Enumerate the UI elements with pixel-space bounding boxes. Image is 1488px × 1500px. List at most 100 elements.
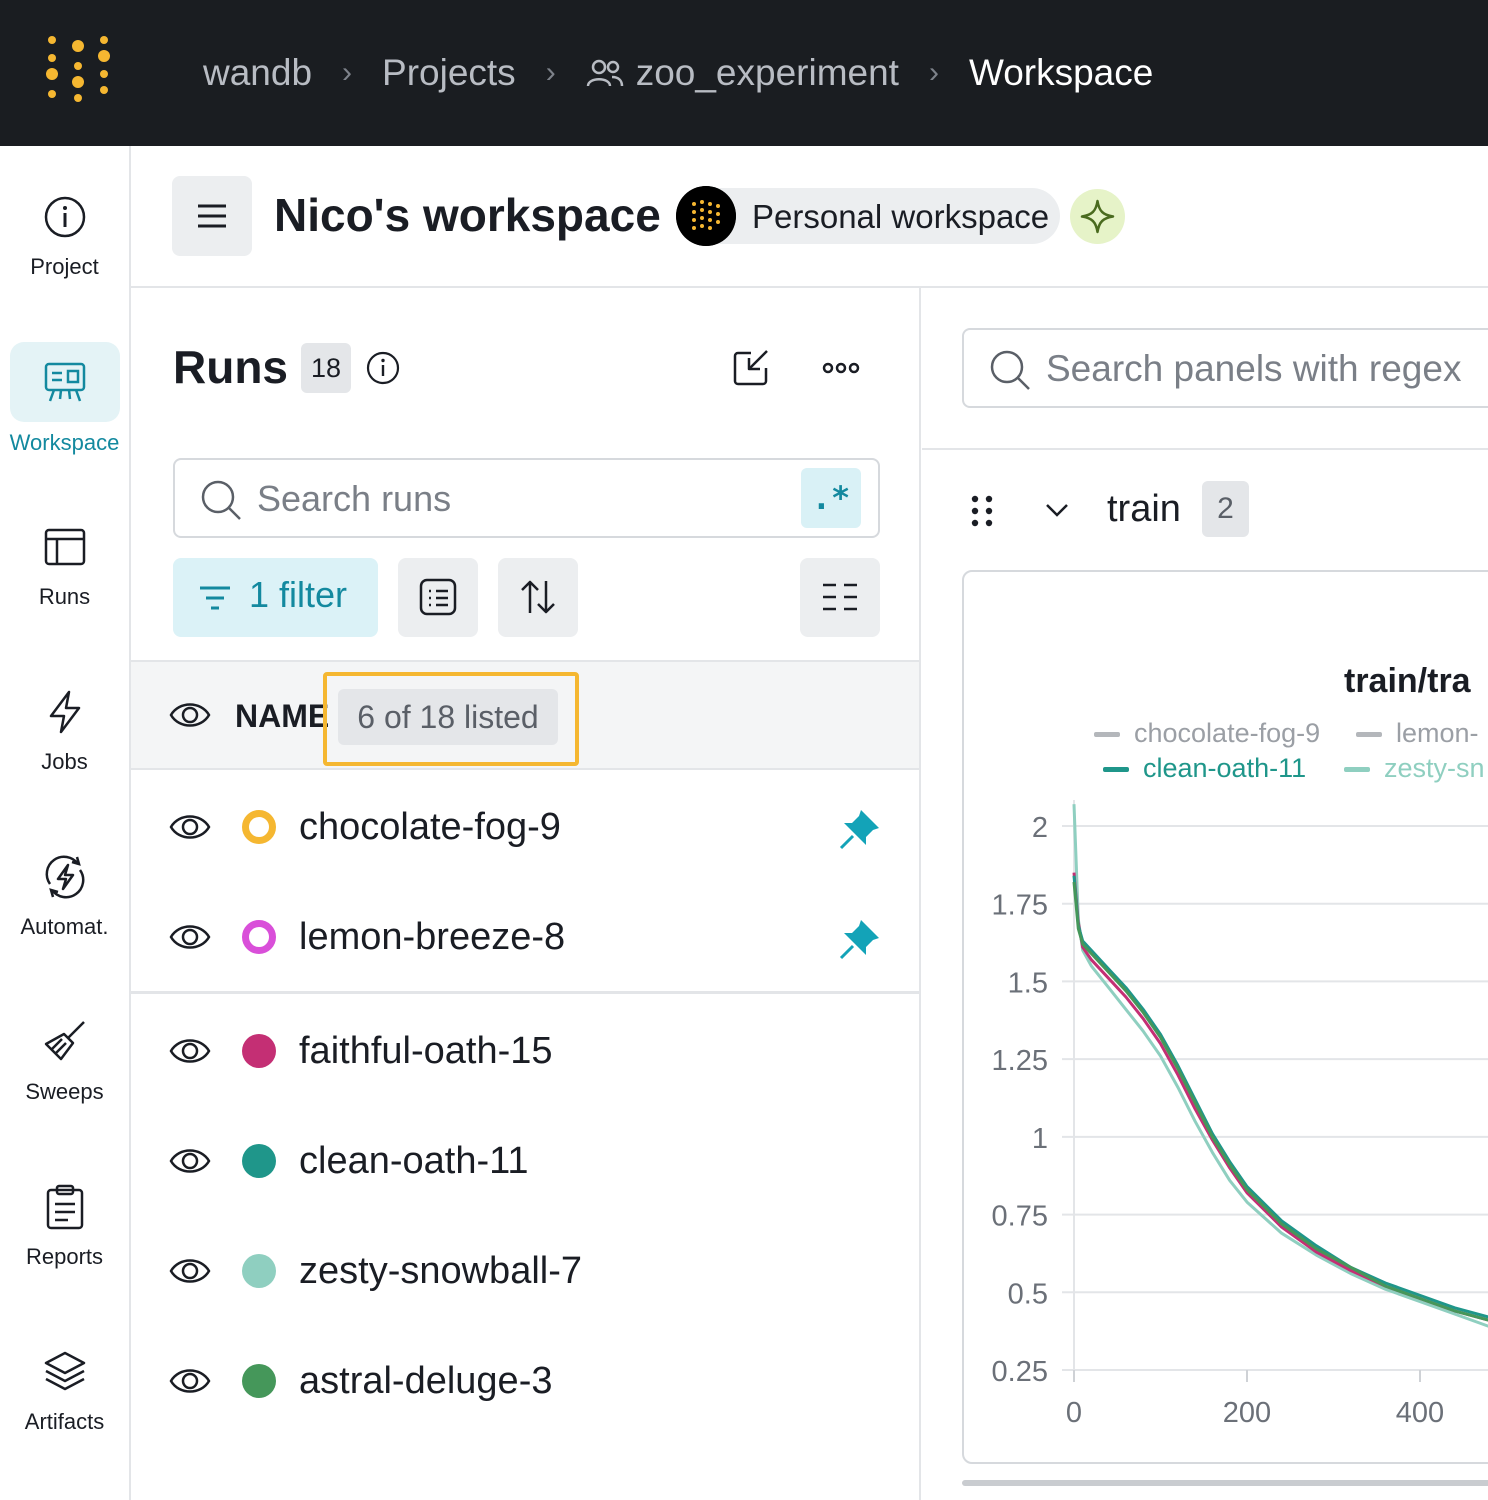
eye-icon[interactable] xyxy=(169,810,211,844)
eye-icon[interactable] xyxy=(169,920,211,954)
pin-icon[interactable] xyxy=(837,916,883,962)
runs-title: Runs xyxy=(173,341,288,393)
y-tick-label: 0.25 xyxy=(992,1356,1048,1388)
regex-toggle-button[interactable]: .* xyxy=(801,468,861,528)
nav-workspace[interactable]: Workspace xyxy=(0,342,129,456)
x-tick-label: 0 xyxy=(1066,1397,1082,1429)
hamburger-menu-button[interactable] xyxy=(172,176,252,256)
line-chart-panel[interactable]: train/tra chocolate-fog-9 lemon- clean-o… xyxy=(962,570,1488,1464)
info-circle-icon xyxy=(44,196,85,238)
users-icon xyxy=(586,59,623,87)
nav-sweeps[interactable]: Sweeps xyxy=(0,1019,129,1105)
y-tick-label: 0.75 xyxy=(992,1201,1048,1233)
filter-label: 1 filter xyxy=(249,574,348,615)
nav-label: Runs xyxy=(38,584,91,609)
table-icon xyxy=(44,528,85,566)
nav-label: Sweeps xyxy=(25,1079,104,1104)
columns-button[interactable] xyxy=(800,558,880,637)
series-line[interactable] xyxy=(1072,872,1488,1322)
search-runs-placeholder: Search runs xyxy=(257,478,452,519)
clipboard-icon xyxy=(46,1184,83,1230)
eye-icon[interactable] xyxy=(169,1364,211,1398)
wandb-logo[interactable] xyxy=(40,34,116,104)
section-count-badge: 2 xyxy=(1202,481,1249,537)
eye-icon[interactable] xyxy=(169,1034,211,1068)
left-nav: Project Workspace Runs Jobs Automat. Swe… xyxy=(0,146,131,1500)
more-options-icon[interactable] xyxy=(821,358,861,378)
breadcrumb-projects[interactable]: Projects xyxy=(382,52,516,94)
x-tick-label: 200 xyxy=(1223,1397,1271,1429)
workspace-type-pill[interactable]: Personal workspace xyxy=(676,186,1060,246)
run-color-dot[interactable] xyxy=(242,810,276,844)
runs-table-header: NAME 6 of 18 listed xyxy=(131,660,919,770)
hamburger-icon xyxy=(198,204,226,228)
run-color-dot[interactable] xyxy=(242,920,276,954)
y-tick-label: 1.5 xyxy=(1008,967,1048,999)
run-row[interactable]: faithful-oath-15 xyxy=(131,996,919,1106)
chevron-down-icon[interactable] xyxy=(1044,500,1070,520)
search-icon xyxy=(201,480,241,520)
workspace-header: Nico's workspace Personal workspace xyxy=(131,146,1488,288)
breadcrumb: wandb › Projects › zoo_experiment › Work… xyxy=(203,48,1153,98)
top-bar: wandb › Projects › zoo_experiment › Work… xyxy=(0,0,1488,146)
nav-project[interactable]: Project xyxy=(0,194,129,280)
run-row[interactable]: lemon-breeze-8 xyxy=(131,882,919,992)
series-line[interactable] xyxy=(1072,881,1488,1322)
nav-label: Artifacts xyxy=(24,1409,105,1434)
series-line[interactable] xyxy=(1072,804,1488,1328)
layers-icon xyxy=(44,1351,85,1391)
broom-icon xyxy=(44,1021,85,1061)
search-panels-input[interactable]: Search panels with regex xyxy=(962,328,1488,408)
run-name[interactable]: zesty-snowball-7 xyxy=(299,1250,582,1293)
panels-area: Search panels with regex train 2 train/t… xyxy=(922,288,1488,1500)
nav-label: Project xyxy=(30,254,99,279)
run-name[interactable]: astral-deluge-3 xyxy=(299,1360,552,1403)
nav-label: Reports xyxy=(25,1244,104,1269)
run-color-dot[interactable] xyxy=(242,1144,276,1178)
name-column-header[interactable]: NAME xyxy=(235,698,329,735)
nav-jobs[interactable]: Jobs xyxy=(0,689,129,775)
filter-icon xyxy=(200,586,230,610)
nav-runs[interactable]: Runs xyxy=(0,524,129,610)
workspace-title: Nico's workspace xyxy=(274,189,661,241)
info-icon[interactable] xyxy=(365,350,401,386)
pin-icon[interactable] xyxy=(837,806,883,852)
chevron-right-icon: › xyxy=(342,56,353,89)
search-runs-input[interactable]: Search runs .* xyxy=(173,458,880,538)
horizontal-scrollbar[interactable] xyxy=(962,1480,1488,1486)
nav-artifacts[interactable]: Artifacts xyxy=(0,1349,129,1435)
breadcrumb-project[interactable]: zoo_experiment xyxy=(636,52,899,94)
run-row[interactable]: astral-deluge-3 xyxy=(131,1326,919,1436)
y-tick-label: 2 xyxy=(1032,812,1048,844)
eye-icon[interactable] xyxy=(169,1144,211,1178)
series-line[interactable] xyxy=(1072,875,1488,1319)
run-name[interactable]: lemon-breeze-8 xyxy=(299,916,565,959)
drag-handle-icon[interactable] xyxy=(970,494,994,528)
section-title[interactable]: train xyxy=(1107,488,1181,531)
run-color-dot[interactable] xyxy=(242,1034,276,1068)
run-name[interactable]: chocolate-fog-9 xyxy=(299,806,561,849)
run-row[interactable]: clean-oath-11 xyxy=(131,1106,919,1216)
sort-button[interactable] xyxy=(498,558,578,637)
ai-sparkle-button[interactable] xyxy=(1070,189,1125,244)
group-button[interactable] xyxy=(398,558,478,637)
chart-plot: 2 1.75 1.5 1.25 1 0.75 0.5 0.25 0 200 400 xyxy=(992,800,1488,1429)
run-color-dot[interactable] xyxy=(242,1364,276,1398)
run-name[interactable]: faithful-oath-15 xyxy=(299,1030,553,1073)
run-row[interactable]: chocolate-fog-9 xyxy=(131,772,919,882)
eye-icon[interactable] xyxy=(169,1254,211,1288)
highlight-box xyxy=(323,672,579,766)
columns-icon xyxy=(823,583,857,611)
eye-icon[interactable] xyxy=(169,698,211,732)
nav-automations[interactable]: Automat. xyxy=(0,854,129,940)
breadcrumb-wandb[interactable]: wandb xyxy=(203,52,312,94)
run-name[interactable]: clean-oath-11 xyxy=(299,1140,529,1183)
nav-reports[interactable]: Reports xyxy=(0,1184,129,1270)
run-row[interactable]: zesty-snowball-7 xyxy=(131,1216,919,1326)
runs-count-badge: 18 xyxy=(301,343,351,393)
filter-button[interactable]: 1 filter xyxy=(173,558,378,637)
collapse-panel-icon[interactable] xyxy=(731,348,771,388)
search-icon xyxy=(990,350,1030,390)
divider xyxy=(922,448,1488,450)
run-color-dot[interactable] xyxy=(242,1254,276,1288)
